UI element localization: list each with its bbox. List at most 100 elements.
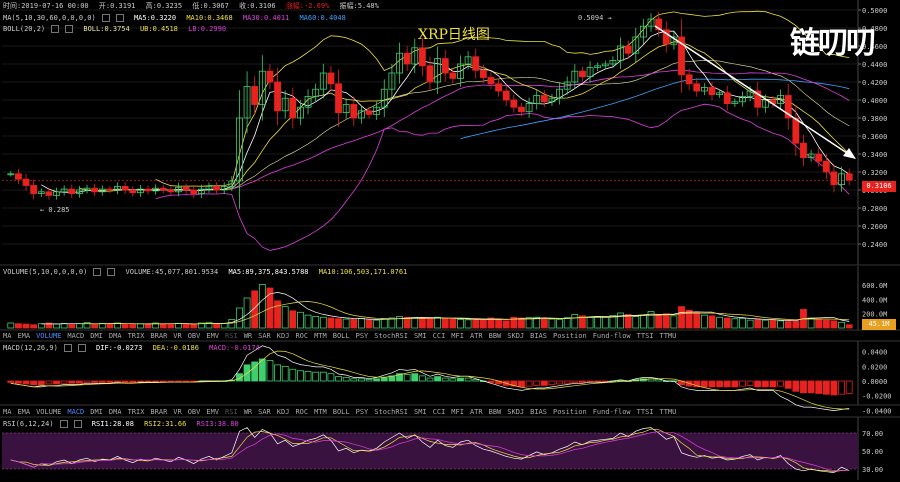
tab-ma[interactable]: MA — [3, 408, 11, 416]
tab-ttmu[interactable]: TTMU — [660, 408, 677, 416]
tab-mtm[interactable]: MTM — [314, 332, 327, 340]
tab-position[interactable]: Position — [553, 332, 587, 340]
rsi-label[interactable]: RSI(6,12,24) — [3, 420, 54, 428]
tab-bbw[interactable]: BBW — [489, 332, 502, 340]
tab-dmi[interactable]: DMI — [90, 332, 103, 340]
macd-bar — [152, 380, 160, 383]
volume-bar — [464, 319, 472, 329]
tab-roc[interactable]: ROC — [295, 332, 308, 340]
volume-bar — [746, 319, 754, 329]
tab-mfi[interactable]: MFI — [451, 408, 464, 416]
tab-sar[interactable]: SAR — [258, 408, 271, 416]
tab-psy[interactable]: PSY — [356, 332, 369, 340]
tab-dma[interactable]: DMA — [109, 408, 122, 416]
tab-atr[interactable]: ATR — [470, 332, 483, 340]
tab-fund-flow[interactable]: Fund-flow — [593, 408, 631, 416]
tab-emv[interactable]: EMV — [206, 408, 219, 416]
macd-bar — [708, 380, 716, 388]
tab-wr[interactable]: WR — [244, 332, 252, 340]
tab-stochrsi[interactable]: StochRSI — [374, 408, 408, 416]
tab-ttsi[interactable]: TTSI — [637, 332, 654, 340]
tab-vr[interactable]: VR — [173, 332, 181, 340]
tab-rsi[interactable]: RSI — [225, 332, 238, 340]
macd-bar — [411, 373, 419, 382]
close-icon[interactable] — [65, 25, 74, 33]
tab-obv[interactable]: OBV — [188, 332, 201, 340]
tab-bias[interactable]: BIAS — [530, 332, 547, 340]
close-icon[interactable] — [115, 14, 124, 22]
volume-bar — [601, 316, 609, 329]
tab-emv[interactable]: EMV — [206, 332, 219, 340]
candle — [815, 153, 823, 162]
tab-volume[interactable]: VOLUME — [36, 408, 61, 416]
tab-brar[interactable]: BRAR — [150, 332, 167, 340]
tab-boll[interactable]: BOLL — [333, 408, 350, 416]
volume-bar — [617, 312, 624, 329]
tab-rsi[interactable]: RSI — [225, 408, 238, 416]
tab-sar[interactable]: SAR — [258, 332, 271, 340]
tab-atr[interactable]: ATR — [470, 408, 483, 416]
volume-bar — [258, 284, 266, 329]
volume-bar — [548, 318, 556, 329]
tab-wr[interactable]: WR — [244, 408, 252, 416]
tab-smi[interactable]: SMI — [414, 332, 427, 340]
tab-trix[interactable]: TRIX — [128, 332, 145, 340]
candle — [22, 178, 30, 186]
candle — [327, 72, 335, 85]
settings-icon[interactable] — [51, 25, 60, 33]
boll-label[interactable]: BOLL(20,2) — [3, 25, 45, 33]
volume-legend: VOLUME(5,10,0,0,0,0) VOLUME:45,077,801.9… — [3, 268, 413, 277]
tab-skdj[interactable]: SKDJ — [507, 332, 524, 340]
macd-bar — [327, 373, 335, 382]
tab-ma[interactable]: MA — [3, 332, 11, 340]
tab-volume[interactable]: VOLUME — [36, 332, 61, 340]
settings-icon[interactable] — [93, 268, 102, 276]
tab-dma[interactable]: DMA — [109, 332, 122, 340]
tab-kdj[interactable]: KDJ — [277, 408, 290, 416]
tab-ttmu[interactable]: TTMU — [660, 332, 677, 340]
macd-bar — [822, 380, 830, 395]
tab-stochrsi[interactable]: StochRSI — [374, 332, 408, 340]
settings-icon[interactable] — [101, 14, 110, 22]
close-icon[interactable] — [107, 268, 116, 276]
volume-bar — [662, 313, 670, 329]
tab-boll[interactable]: BOLL — [333, 332, 350, 340]
tab-skdj[interactable]: SKDJ — [507, 408, 524, 416]
tab-fund-flow[interactable]: Fund-flow — [593, 332, 631, 340]
tab-mfi[interactable]: MFI — [451, 332, 464, 340]
tab-ema[interactable]: EMA — [17, 332, 30, 340]
tab-mtm[interactable]: MTM — [314, 408, 327, 416]
tab-cci[interactable]: CCI — [433, 408, 446, 416]
tab-obv[interactable]: OBV — [188, 408, 201, 416]
settings-icon[interactable] — [63, 344, 72, 352]
close-icon[interactable] — [73, 420, 82, 428]
tab-psy[interactable]: PSY — [356, 408, 369, 416]
tab-bbw[interactable]: BBW — [489, 408, 502, 416]
tab-roc[interactable]: ROC — [295, 408, 308, 416]
ma-label[interactable]: MA(5,10,30,60,0,0,0,0) — [3, 14, 96, 22]
tab-ema[interactable]: EMA — [17, 408, 30, 416]
volume-bar — [342, 318, 350, 329]
tab-dmi[interactable]: DMI — [90, 408, 103, 416]
tab-brar[interactable]: BRAR — [150, 408, 167, 416]
tab-vr[interactable]: VR — [173, 408, 181, 416]
tab-cci[interactable]: CCI — [433, 332, 446, 340]
tab-position[interactable]: Position — [553, 408, 587, 416]
header-open: 开:0.3191 — [98, 2, 136, 10]
tab-macd[interactable]: MACD — [67, 332, 84, 340]
tab-macd[interactable]: MACD — [67, 408, 84, 416]
volume-bar — [502, 320, 510, 329]
volume-bar — [53, 323, 60, 329]
ma5-value: MA5:0.3220 — [133, 14, 177, 22]
tab-kdj[interactable]: KDJ — [277, 332, 290, 340]
tab-bias[interactable]: BIAS — [530, 408, 547, 416]
macd-bar — [45, 380, 53, 385]
volume-label[interactable]: VOLUME(5,10,0,0,0,0) — [3, 268, 87, 276]
tab-smi[interactable]: SMI — [414, 408, 427, 416]
tab-trix[interactable]: TRIX — [128, 408, 145, 416]
close-icon[interactable] — [77, 344, 86, 352]
tab-ttsi[interactable]: TTSI — [637, 408, 654, 416]
settings-icon[interactable] — [59, 420, 68, 428]
macd-label[interactable]: MACD(12,26,9) — [3, 344, 58, 352]
volume-bar — [777, 320, 785, 329]
